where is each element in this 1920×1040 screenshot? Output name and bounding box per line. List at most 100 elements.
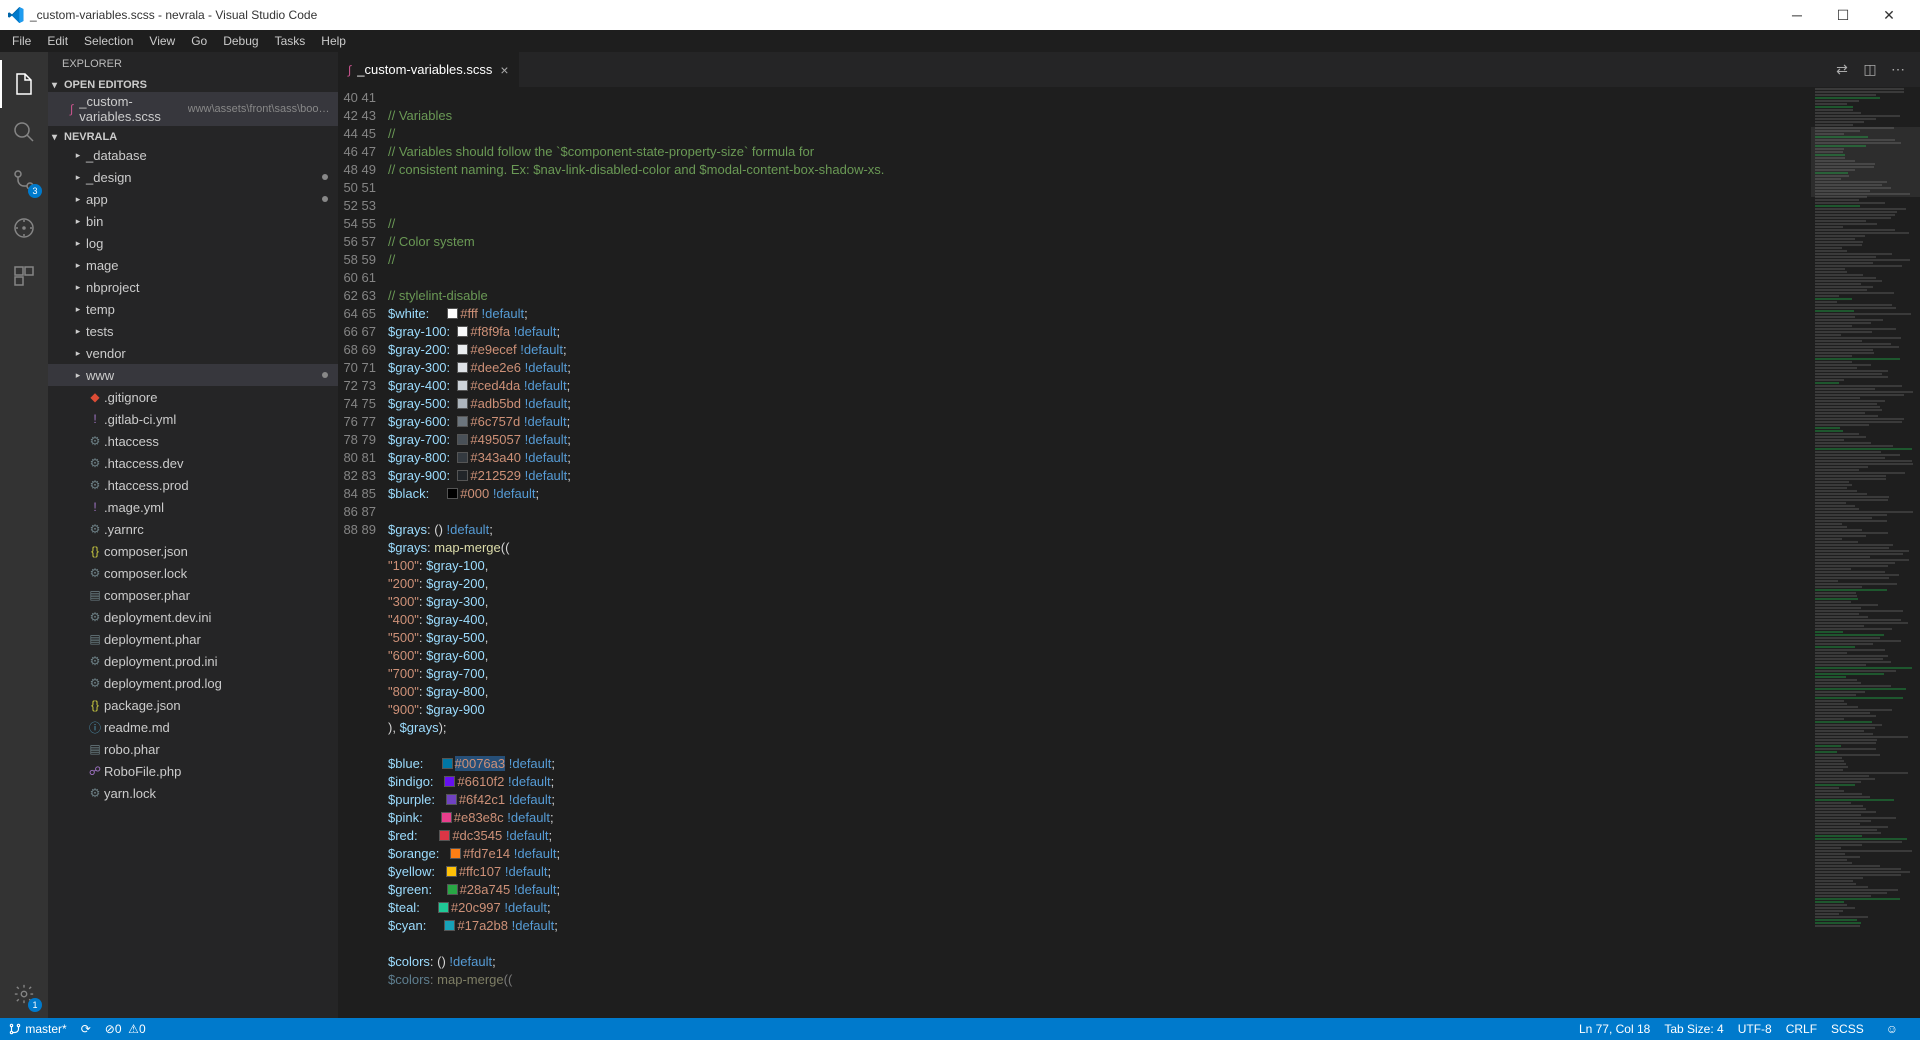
tab-actions: ⇄ ◫ ⋯	[1828, 61, 1920, 78]
editor-area: ∫ _custom-variables.scss × ⇄ ◫ ⋯ 40 41 4…	[338, 52, 1920, 1018]
activity-search-icon[interactable]	[0, 108, 48, 156]
file-item[interactable]: ▸⚙.htaccess.prod	[48, 474, 338, 496]
workspace-header[interactable]: ▾NEVRALA	[48, 130, 338, 144]
code-content[interactable]: // Variables // // Variables should foll…	[388, 87, 1810, 1018]
file-item[interactable]: ▸⚙.htaccess.dev	[48, 452, 338, 474]
tree-item-label: www	[86, 368, 114, 383]
file-item[interactable]: ▸▤composer.phar	[48, 584, 338, 606]
folder-item[interactable]: ▸log	[48, 232, 338, 254]
modified-dot-icon	[322, 196, 328, 202]
window-maximize-button[interactable]: ☐	[1820, 0, 1866, 30]
folder-item[interactable]: ▸app	[48, 188, 338, 210]
file-item[interactable]: ▸▤robo.phar	[48, 738, 338, 760]
activity-scm-icon[interactable]: 3	[0, 156, 48, 204]
file-item[interactable]: ▸⚙composer.lock	[48, 562, 338, 584]
language-status[interactable]: SCSS	[1831, 1022, 1864, 1036]
file-item[interactable]: ▸⚙yarn.lock	[48, 782, 338, 804]
file-item[interactable]: ▸{}composer.json	[48, 540, 338, 562]
folder-item[interactable]: ▸temp	[48, 298, 338, 320]
tree-item-label: robo.phar	[104, 742, 160, 757]
encoding-status[interactable]: UTF-8	[1738, 1022, 1772, 1036]
menu-item[interactable]: File	[4, 32, 39, 50]
menu-item[interactable]: Go	[183, 32, 215, 50]
file-item[interactable]: ▸⚙.htaccess	[48, 430, 338, 452]
file-item[interactable]: ▸⚙deployment.prod.log	[48, 672, 338, 694]
tab-size-status[interactable]: Tab Size: 4	[1664, 1022, 1723, 1036]
tab-label: _custom-variables.scss	[357, 62, 492, 77]
menu-item[interactable]: Tasks	[267, 32, 314, 50]
git-branch-status[interactable]: master*	[8, 1022, 67, 1036]
folder-item[interactable]: ▸nbproject	[48, 276, 338, 298]
tree-item-label: .htaccess	[104, 434, 159, 449]
window-titlebar: _custom-variables.scss - nevrala - Visua…	[0, 0, 1920, 30]
tree-item-label: readme.md	[104, 720, 170, 735]
folder-item[interactable]: ▸_database	[48, 144, 338, 166]
activity-settings-icon[interactable]: 1	[0, 970, 48, 1018]
tree-item-label: .yarnrc	[104, 522, 144, 537]
file-item[interactable]: ▸!.mage.yml	[48, 496, 338, 518]
activity-explorer-icon[interactable]	[0, 60, 48, 108]
folder-item[interactable]: ▸mage	[48, 254, 338, 276]
editor-tab[interactable]: ∫ _custom-variables.scss ×	[338, 52, 519, 87]
menu-item[interactable]: Selection	[76, 32, 141, 50]
file-item[interactable]: ▸!.gitlab-ci.yml	[48, 408, 338, 430]
tree-item-label: composer.lock	[104, 566, 187, 581]
menu-item[interactable]: Edit	[39, 32, 76, 50]
file-item[interactable]: ▸ⓘreadme.md	[48, 716, 338, 738]
window-close-button[interactable]: ✕	[1866, 0, 1912, 30]
cursor-position-status[interactable]: Ln 77, Col 18	[1579, 1022, 1650, 1036]
open-editor-item[interactable]: ∫ _custom-variables.scss www\assets\fron…	[48, 92, 338, 126]
sync-status[interactable]: ⟳	[81, 1022, 91, 1036]
eol-status[interactable]: CRLF	[1786, 1022, 1817, 1036]
set-file-icon: ⚙	[86, 610, 104, 624]
menubar: FileEditSelectionViewGoDebugTasksHelp	[0, 30, 1920, 52]
tree-item-label: .gitignore	[104, 390, 157, 405]
phar-file-icon: ▤	[86, 632, 104, 646]
open-editor-filename: _custom-variables.scss	[79, 94, 181, 124]
menu-item[interactable]: View	[141, 32, 183, 50]
tree-item-label: composer.json	[104, 544, 188, 559]
git-file-icon: ◆	[86, 390, 104, 404]
menu-item[interactable]: Help	[313, 32, 354, 50]
feedback-icon[interactable]: ☺	[1886, 1022, 1898, 1036]
file-item[interactable]: ▸{}package.json	[48, 694, 338, 716]
more-actions-icon[interactable]: ⋯	[1884, 61, 1912, 78]
file-item[interactable]: ▸▤deployment.phar	[48, 628, 338, 650]
menu-item[interactable]: Debug	[215, 32, 266, 50]
activity-debug-icon[interactable]	[0, 204, 48, 252]
folder-item[interactable]: ▸www	[48, 364, 338, 386]
code-editor[interactable]: 40 41 42 43 44 45 46 47 48 49 50 51 52 5…	[338, 87, 1920, 1018]
tree-item-label: .mage.yml	[104, 500, 164, 515]
tree-item-label: yarn.lock	[104, 786, 156, 801]
file-item[interactable]: ▸⚙deployment.prod.ini	[48, 650, 338, 672]
json-file-icon: {}	[86, 544, 104, 558]
tree-item-label: deployment.dev.ini	[104, 610, 211, 625]
set-file-icon: ⚙	[86, 478, 104, 492]
set-file-icon: ⚙	[86, 676, 104, 690]
folder-item[interactable]: ▸vendor	[48, 342, 338, 364]
activity-extensions-icon[interactable]	[0, 252, 48, 300]
folder-item[interactable]: ▸bin	[48, 210, 338, 232]
sass-file-icon: ∫	[70, 102, 73, 116]
tree-item-label: _design	[86, 170, 132, 185]
file-item[interactable]: ▸☍RoboFile.php	[48, 760, 338, 782]
open-editors-header[interactable]: ▾OPEN EDITORS	[48, 78, 338, 92]
folder-item[interactable]: ▸_design	[48, 166, 338, 188]
split-editor-icon[interactable]: ◫	[1856, 61, 1884, 78]
minimap[interactable]	[1810, 87, 1920, 1018]
folder-item[interactable]: ▸tests	[48, 320, 338, 342]
problems-status[interactable]: ⊘ 0 ⚠ 0	[105, 1022, 146, 1036]
file-item[interactable]: ▸⚙deployment.dev.ini	[48, 606, 338, 628]
tree-item-label: app	[86, 192, 108, 207]
line-gutter: 40 41 42 43 44 45 46 47 48 49 50 51 52 5…	[338, 87, 388, 1018]
file-item[interactable]: ▸⚙.yarnrc	[48, 518, 338, 540]
file-item[interactable]: ▸◆.gitignore	[48, 386, 338, 408]
yml-file-icon: !	[86, 500, 104, 514]
tree-item-label: nbproject	[86, 280, 139, 295]
window-minimize-button[interactable]: ─	[1774, 0, 1820, 30]
tree-item-label: mage	[86, 258, 119, 273]
set-file-icon: ⚙	[86, 434, 104, 448]
modified-dot-icon	[322, 174, 328, 180]
compare-changes-icon[interactable]: ⇄	[1828, 61, 1856, 78]
tab-close-icon[interactable]: ×	[500, 62, 508, 78]
